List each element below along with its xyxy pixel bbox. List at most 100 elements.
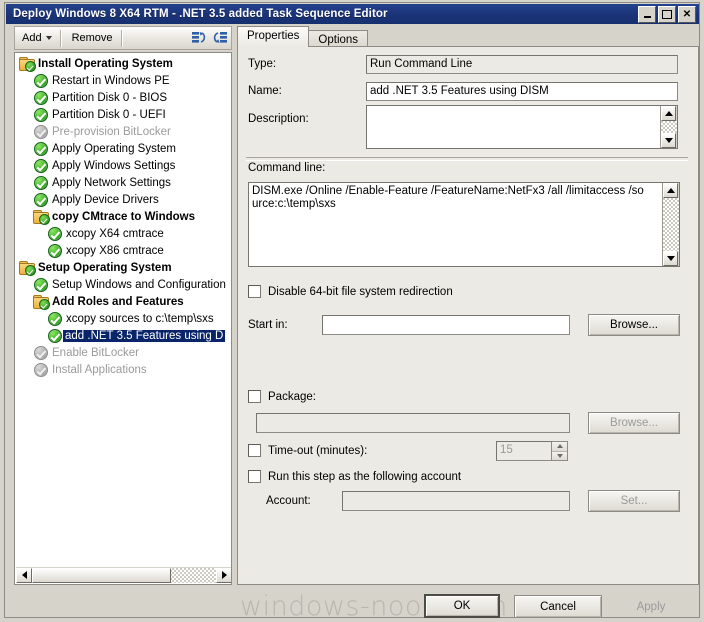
maximize-button[interactable] bbox=[658, 6, 676, 23]
tree-item[interactable]: copy CMtrace to Windows bbox=[29, 208, 229, 225]
start-in-input[interactable] bbox=[322, 315, 570, 335]
timeout-spinner-buttons bbox=[552, 441, 568, 461]
tree-item[interactable]: Apply Network Settings bbox=[29, 174, 229, 191]
description-label: Description: bbox=[248, 113, 309, 125]
toolbar-separator-1 bbox=[59, 29, 62, 47]
tree-item-label: Apply Device Drivers bbox=[52, 193, 159, 206]
timeout-decrement-button bbox=[552, 451, 567, 460]
scroll-track[interactable] bbox=[32, 567, 216, 583]
scroll-right-button[interactable] bbox=[216, 567, 231, 583]
minimize-button[interactable] bbox=[638, 6, 656, 23]
tree-item[interactable]: Apply Device Drivers bbox=[29, 191, 229, 208]
tree-item[interactable]: xcopy sources to c:\temp\sxs bbox=[43, 310, 229, 327]
description-scroll-up-button[interactable] bbox=[661, 106, 676, 121]
type-value: Run Command Line bbox=[366, 55, 678, 74]
tree-item[interactable]: Partition Disk 0 - UEFI bbox=[29, 106, 229, 123]
type-field-row: Type: bbox=[248, 58, 348, 70]
tree-item[interactable]: Setup Operating System bbox=[15, 259, 229, 276]
tree-item-label: xcopy X86 cmtrace bbox=[66, 244, 164, 257]
properties-panel: Type: Run Command Line Name: add .NET 3.… bbox=[237, 46, 699, 585]
tree-rows: Install Operating System Restart in Windo… bbox=[15, 55, 229, 555]
command-line-scrollbar[interactable] bbox=[662, 183, 679, 266]
tree-horizontal-scrollbar[interactable] bbox=[16, 567, 231, 583]
run-as-checkbox[interactable] bbox=[248, 470, 261, 483]
close-icon: ✕ bbox=[682, 8, 692, 20]
task-sequence-editor-window: Deploy Windows 8 X64 RTM - .NET 3.5 adde… bbox=[4, 2, 700, 622]
timeout-spinner: 15 bbox=[496, 441, 568, 461]
check-enabled-icon bbox=[33, 192, 49, 207]
tree-item[interactable]: Setup Windows and Configuration bbox=[29, 276, 229, 293]
move-up-icon[interactable] bbox=[189, 29, 209, 48]
command-line-textarea[interactable]: DISM.exe /Online /Enable-Feature /Featur… bbox=[248, 182, 680, 267]
check-enabled-icon bbox=[47, 226, 63, 241]
tree-item[interactable]: xcopy X86 cmtrace bbox=[43, 242, 229, 259]
command-line-label: Command line: bbox=[248, 162, 326, 174]
tree-item-label: Enable BitLocker bbox=[52, 346, 139, 359]
command-line-scroll-up-button[interactable] bbox=[663, 183, 678, 198]
tree-item[interactable]: Restart in Windows PE bbox=[29, 72, 229, 89]
account-row: Account: bbox=[266, 495, 311, 507]
check-enabled-icon bbox=[33, 141, 49, 156]
tree-item[interactable]: Pre-provision BitLocker bbox=[29, 123, 229, 140]
chevron-down-icon bbox=[45, 36, 52, 40]
timeout-row[interactable]: Time-out (minutes): bbox=[248, 444, 367, 457]
start-in-row: Start in: bbox=[248, 319, 288, 331]
move-down-icon[interactable] bbox=[211, 29, 231, 48]
add-button-label: Add bbox=[22, 32, 42, 44]
tree-item-label: Partition Disk 0 - UEFI bbox=[52, 108, 166, 121]
description-scrollbar[interactable] bbox=[660, 106, 677, 148]
tree-item[interactable]: Add Roles and Features bbox=[29, 293, 229, 310]
check-enabled-icon bbox=[33, 175, 49, 190]
close-button[interactable]: ✕ bbox=[678, 6, 696, 23]
timeout-label: Time-out (minutes): bbox=[268, 444, 368, 457]
window-title: Deploy Windows 8 X64 RTM - .NET 3.5 adde… bbox=[13, 8, 388, 20]
tree-item-label: Pre-provision BitLocker bbox=[52, 125, 171, 138]
tab-properties[interactable]: Properties bbox=[237, 26, 310, 47]
package-checkbox[interactable] bbox=[248, 390, 261, 403]
folder-checked-icon bbox=[19, 260, 36, 276]
tree-item[interactable]: Apply Operating System bbox=[29, 140, 229, 157]
add-button[interactable]: Add bbox=[17, 30, 57, 46]
tree-item[interactable]: Partition Disk 0 - BIOS bbox=[29, 89, 229, 106]
command-line-scroll-down-button[interactable] bbox=[663, 251, 678, 266]
tree-item[interactable]: xcopy X64 cmtrace bbox=[43, 225, 229, 242]
description-textarea[interactable] bbox=[366, 105, 678, 149]
tree-item-label: Apply Network Settings bbox=[52, 176, 171, 189]
maximize-icon bbox=[662, 10, 672, 19]
description-scroll-down-button[interactable] bbox=[661, 133, 676, 148]
minimize-icon bbox=[643, 16, 651, 18]
disable-redirection-label: Disable 64-bit file system redirection bbox=[268, 285, 453, 298]
check-enabled-icon bbox=[33, 73, 49, 88]
window-controls: ✕ bbox=[638, 6, 696, 23]
tab-options-label: Options bbox=[318, 34, 359, 46]
tree-item[interactable]: add .NET 3.5 Features using D bbox=[43, 327, 229, 344]
tree-item[interactable]: Install Operating System bbox=[15, 55, 229, 72]
start-in-browse-button[interactable]: Browse... bbox=[588, 314, 680, 336]
tree-item-label: Apply Operating System bbox=[52, 142, 177, 155]
description-scroll-track[interactable] bbox=[661, 121, 677, 133]
run-as-row[interactable]: Run this step as the following account bbox=[248, 470, 461, 483]
tree-item[interactable]: Apply Windows Settings bbox=[29, 157, 229, 174]
scroll-thumb[interactable] bbox=[32, 567, 171, 583]
cancel-button[interactable]: Cancel bbox=[514, 595, 602, 618]
disable-redirection-row[interactable]: Disable 64-bit file system redirection bbox=[248, 285, 453, 298]
package-row[interactable]: Package: bbox=[248, 390, 316, 403]
tree-item[interactable]: Install Applications bbox=[29, 361, 229, 378]
start-in-label: Start in: bbox=[248, 319, 288, 331]
tree-item[interactable]: Enable BitLocker bbox=[29, 344, 229, 361]
tree-item-label: Install Applications bbox=[52, 363, 147, 376]
disable-redirection-checkbox[interactable] bbox=[248, 285, 261, 298]
task-sequence-tree[interactable]: Install Operating System Restart in Windo… bbox=[14, 52, 232, 585]
command-line-scroll-track[interactable] bbox=[663, 198, 679, 251]
check-disabled-icon bbox=[33, 362, 49, 377]
title-bar: Deploy Windows 8 X64 RTM - .NET 3.5 adde… bbox=[6, 4, 699, 24]
scroll-left-button[interactable] bbox=[16, 567, 32, 583]
ok-button[interactable]: OK bbox=[424, 594, 500, 618]
timeout-checkbox[interactable] bbox=[248, 444, 261, 457]
check-disabled-icon bbox=[33, 345, 49, 360]
remove-button[interactable]: Remove bbox=[67, 30, 118, 46]
check-enabled-icon bbox=[33, 107, 49, 122]
toolbar-separator-2 bbox=[120, 29, 123, 47]
timeout-value: 15 bbox=[496, 441, 552, 461]
name-input[interactable]: add .NET 3.5 Features using DISM bbox=[366, 82, 678, 101]
